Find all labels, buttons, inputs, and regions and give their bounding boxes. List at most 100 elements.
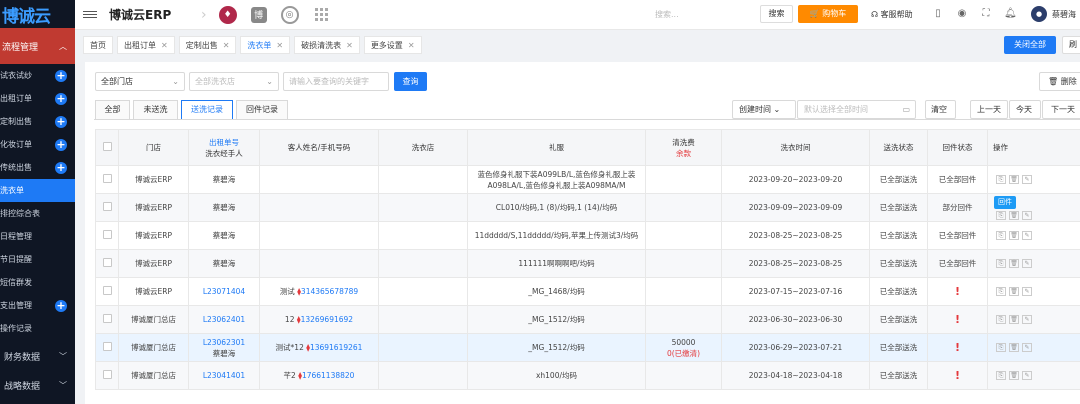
cell-customer-phone[interactable]: 13269691692 bbox=[301, 315, 354, 324]
table-row[interactable]: 博诚厦门总店 L23062401 12 ⧫13269691692 _MG_1512/均… bbox=[95, 305, 1080, 334]
cell-order-no[interactable]: L23041401 bbox=[191, 370, 257, 381]
close-icon[interactable]: ✕ bbox=[161, 41, 168, 50]
cell-checkbox[interactable] bbox=[95, 361, 119, 390]
row-checkbox[interactable] bbox=[102, 173, 112, 183]
select-all-checkbox[interactable] bbox=[102, 141, 112, 151]
edit-icon[interactable]: ✎ bbox=[1022, 175, 1032, 184]
table-row[interactable]: 博诚厦门总店 L23062301 蔡碧海 测试*12 ⧫13691619261 _MG_… bbox=[95, 333, 1080, 362]
table-row[interactable]: 博诚云ERP L23071404 测试 ⧫314365678789 _MG_1468/… bbox=[95, 277, 1080, 306]
avatar[interactable]: ● bbox=[1031, 6, 1047, 22]
add-icon[interactable]: + bbox=[55, 92, 67, 105]
sidebar-item-4[interactable]: 传统出售 + bbox=[0, 156, 75, 179]
cell-checkbox[interactable] bbox=[95, 193, 119, 222]
delete-icon[interactable]: 🗑︎ bbox=[1009, 343, 1019, 352]
edit-icon[interactable]: ✎ bbox=[1022, 287, 1032, 296]
close-all-tabs-button[interactable]: 关闭全部 bbox=[1004, 36, 1056, 54]
sidebar-item-10[interactable]: 支出管理 + bbox=[0, 294, 75, 317]
bell-icon[interactable]: 🔔︎ bbox=[1004, 8, 1017, 20]
edit-icon[interactable]: ✎ bbox=[1022, 259, 1032, 268]
prev-day-button[interactable]: 上一天 bbox=[970, 100, 1008, 119]
sidebar-item-8[interactable]: 节日提醒 bbox=[0, 248, 75, 271]
copy-icon[interactable]: ⎘ bbox=[996, 175, 1006, 184]
mobile-icon[interactable]: ▯ bbox=[932, 8, 944, 20]
add-icon[interactable]: + bbox=[55, 115, 67, 128]
cell-checkbox[interactable] bbox=[95, 165, 119, 194]
menu-toggle-icon[interactable] bbox=[83, 11, 97, 18]
sidebar-section-strategy[interactable]: 战略数据 ﹀ bbox=[0, 371, 75, 400]
tab-not-sent[interactable]: 未送洗 bbox=[133, 100, 178, 120]
record-icon[interactable]: ◉ bbox=[956, 8, 968, 20]
top-search-input[interactable]: 搜索... bbox=[655, 9, 679, 20]
store-select[interactable]: 全部门店 ⌄ bbox=[95, 72, 185, 91]
sidebar-item-0[interactable]: 试衣试纱 + bbox=[0, 64, 75, 87]
sidebar-item-11[interactable]: 操作记录 bbox=[0, 317, 75, 340]
laundry-select[interactable]: 全部洗衣店 ⌄ bbox=[189, 72, 279, 91]
sidebar-item-3[interactable]: 化妆订单 + bbox=[0, 133, 75, 156]
copy-icon[interactable]: ⎘ bbox=[996, 259, 1006, 268]
page-tab-4[interactable]: 破损清洗表 ✕ bbox=[294, 36, 360, 54]
cart-button[interactable]: 🛒 购物车 bbox=[798, 5, 858, 23]
delete-icon[interactable]: 🗑︎ bbox=[1009, 259, 1019, 268]
help-link[interactable]: ☊ 客服帮助 bbox=[871, 9, 913, 20]
cell-checkbox[interactable] bbox=[95, 249, 119, 278]
edit-icon[interactable]: ✎ bbox=[1022, 315, 1032, 324]
edit-icon[interactable]: ✎ bbox=[1022, 210, 1032, 220]
sidebar-item-2[interactable]: 定制出售 + bbox=[0, 110, 75, 133]
created-time-select[interactable]: 创建时间 ⌄ bbox=[732, 100, 796, 119]
grid-icon[interactable] bbox=[314, 8, 328, 21]
row-checkbox[interactable] bbox=[102, 341, 112, 351]
book-icon[interactable]: 博 bbox=[250, 6, 267, 23]
next-day-button[interactable]: 下一天 bbox=[1042, 100, 1080, 119]
return-badge[interactable]: 回件 bbox=[994, 195, 1016, 209]
clear-button[interactable]: 清空 bbox=[925, 100, 956, 119]
copy-icon[interactable]: ⎘ bbox=[996, 210, 1006, 220]
close-icon[interactable]: ✕ bbox=[408, 41, 415, 50]
table-row[interactable]: 博诚云ERP 蔡碧海 11ddddd/S,11ddddd/均码,苹果上传测试3/均码… bbox=[95, 221, 1080, 250]
refresh-button[interactable]: 刷 bbox=[1062, 36, 1080, 54]
cell-customer-phone[interactable]: 13691619261 bbox=[310, 343, 363, 352]
table-row[interactable]: 博诚厦门总店 L23041401 芊2 ⧫17661138820 xh100/均码 20… bbox=[95, 361, 1080, 390]
delete-icon[interactable]: 🗑︎ bbox=[1009, 175, 1019, 184]
tab-sent-records[interactable]: 送洗记录 bbox=[181, 100, 233, 120]
tab-all[interactable]: 全部 bbox=[95, 100, 130, 120]
sidebar-item-1[interactable]: 出租订单 + bbox=[0, 87, 75, 110]
cell-order-no[interactable]: L23062401 bbox=[191, 314, 257, 325]
copy-icon[interactable]: ⎘ bbox=[996, 231, 1006, 240]
cell-customer-phone[interactable]: 17661138820 bbox=[302, 371, 355, 380]
row-checkbox[interactable] bbox=[102, 201, 112, 211]
cell-checkbox[interactable] bbox=[95, 277, 119, 306]
edit-icon[interactable]: ✎ bbox=[1022, 371, 1032, 380]
edit-icon[interactable]: ✎ bbox=[1022, 343, 1032, 352]
close-icon[interactable]: ✕ bbox=[223, 41, 230, 50]
row-checkbox[interactable] bbox=[102, 257, 112, 267]
row-checkbox[interactable] bbox=[102, 229, 112, 239]
copy-icon[interactable]: ⎘ bbox=[996, 287, 1006, 296]
delete-icon[interactable]: 🗑︎ bbox=[1009, 231, 1019, 240]
page-tab-0[interactable]: 首页 bbox=[83, 36, 113, 54]
keyword-input[interactable]: 请输入要查询的关键字 bbox=[283, 72, 389, 91]
today-button[interactable]: 今天 bbox=[1009, 100, 1041, 119]
header-checkbox-cell[interactable] bbox=[95, 129, 119, 166]
sidebar-section-finance[interactable]: 财务数据 ﹀ bbox=[0, 342, 75, 371]
add-icon[interactable]: + bbox=[55, 138, 67, 151]
sidebar-group-workflow[interactable]: 流程管理 ︿ bbox=[0, 28, 75, 64]
close-icon[interactable]: ✕ bbox=[346, 41, 353, 50]
cell-order-no[interactable]: L23071404 bbox=[191, 286, 257, 297]
sidebar-item-5[interactable]: 洗衣单 bbox=[0, 179, 75, 202]
table-row[interactable]: 博诚云ERP 蔡碧海 蓝色修身礼服下装A099LB/L,蓝色修身礼服上装A098LA… bbox=[95, 165, 1080, 194]
fullscreen-icon[interactable]: ⛶ bbox=[980, 8, 992, 20]
date-range-input[interactable]: 默认选择全部时间 ▭ bbox=[797, 100, 916, 119]
delete-icon[interactable]: 🗑︎ bbox=[1009, 287, 1019, 296]
page-tab-2[interactable]: 定制出售 ✕ bbox=[178, 36, 237, 54]
add-icon[interactable]: + bbox=[55, 69, 67, 82]
tab-return-records[interactable]: 回件记录 bbox=[236, 100, 288, 120]
username[interactable]: 蔡碧海 bbox=[1052, 9, 1076, 20]
delete-icon[interactable]: 🗑︎ bbox=[1009, 371, 1019, 380]
person-icon[interactable]: ♦ bbox=[218, 5, 237, 24]
table-row[interactable]: 博诚云ERP 蔡碧海 111111啊啊啊吧/均码 2023-08-25~2023-08… bbox=[95, 249, 1080, 278]
table-row[interactable]: 博诚云ERP 蔡碧海 CL010/均码,1 (8)/均码,1 (14)/均码 2023… bbox=[95, 193, 1080, 222]
page-tab-1[interactable]: 出租订单 ✕ bbox=[117, 36, 175, 54]
delete-icon[interactable]: 🗑︎ bbox=[1009, 315, 1019, 324]
cell-checkbox[interactable] bbox=[95, 333, 119, 362]
row-checkbox[interactable] bbox=[102, 313, 112, 323]
